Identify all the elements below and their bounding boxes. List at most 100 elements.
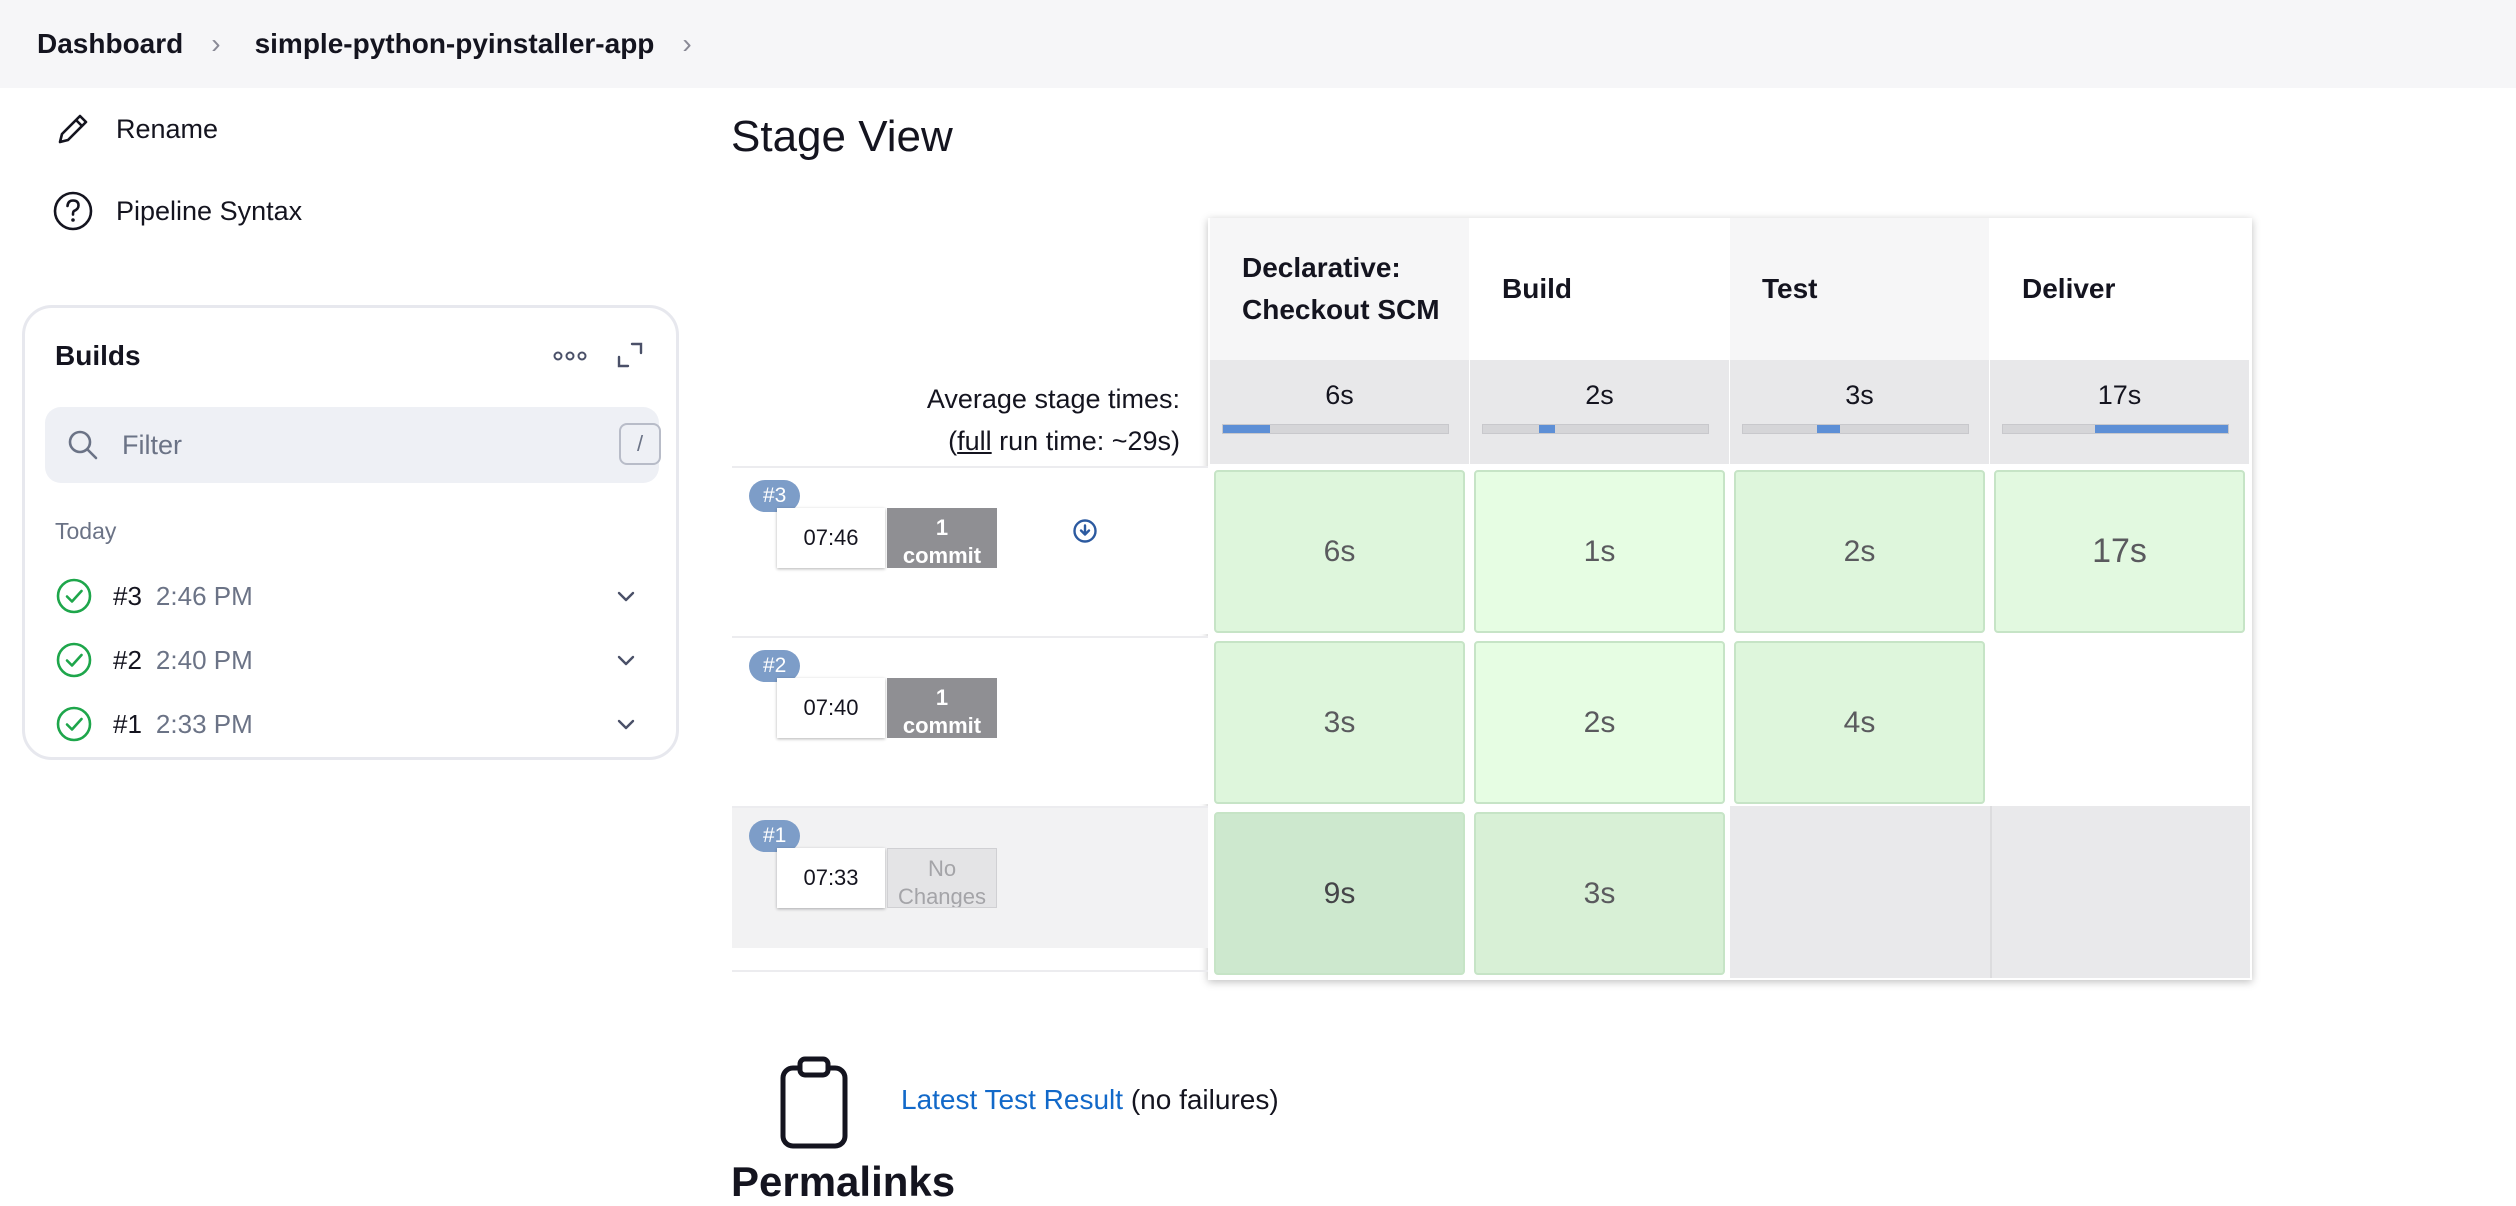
stage-average-bar (2002, 424, 2229, 434)
build-time: 2:33 PM (155, 708, 253, 739)
build-number: #2 (113, 644, 142, 675)
permalinks-heading: Permalinks (731, 1158, 956, 1205)
pencil-icon (52, 108, 94, 150)
stage-average-bar (1222, 424, 1449, 434)
test-result-suffix: (no failures) (1123, 1084, 1279, 1115)
keyboard-shortcut-hint: / (619, 423, 661, 465)
stage-average-fill (1817, 425, 1840, 433)
chevron-down-icon[interactable] (615, 713, 637, 735)
changes-label: commit (902, 543, 982, 568)
breadcrumb-dashboard[interactable]: Dashboard (37, 28, 183, 60)
stage-cell[interactable]: 2s (1474, 641, 1725, 804)
stage-name: Test (1762, 273, 1818, 304)
breadcrumb-job[interactable]: simple-python-pyinstaller-app (255, 28, 655, 60)
more-options-icon[interactable] (550, 346, 590, 366)
full-run-time-link[interactable]: full (957, 426, 992, 456)
stage-cell[interactable]: 6s (1214, 470, 1465, 633)
run-time: 07:40 (777, 678, 885, 738)
success-check-icon (56, 578, 92, 614)
run-time: 07:46 (777, 508, 885, 568)
stage-average: 2s (1470, 360, 1729, 464)
stage-average-bar (1742, 424, 1969, 434)
stage-average: 6s (1210, 360, 1469, 464)
build-row[interactable]: #3 2:46 PM (55, 571, 655, 621)
stage-name: Deliver (2022, 273, 2116, 304)
chevron-down-icon[interactable] (615, 649, 637, 671)
breadcrumb-chevron-icon: › (211, 28, 221, 59)
stage-cell[interactable]: 3s (1474, 812, 1725, 975)
stage-average: 17s (1990, 360, 2249, 464)
run-table-footer (732, 948, 1208, 972)
stage-name: Checkout SCM (1242, 294, 1440, 325)
avg-label-post: run time: ~29s) (991, 426, 1180, 456)
stage-cell-empty (1990, 806, 2250, 978)
stage-average-time: 2s (1585, 380, 1614, 410)
stage-average-fill (1223, 425, 1271, 433)
breadcrumb: Dashboard › simple-python-pyinstaller-ap… (0, 0, 2516, 88)
changes-label: Changes (897, 884, 987, 908)
stage-average-fill (1539, 425, 1555, 433)
run-row-1[interactable]: #1 07:33 No Changes (732, 806, 1208, 948)
clipboard-icon (780, 1056, 848, 1149)
stage-cell[interactable]: 17s (1994, 470, 2245, 633)
expand-icon[interactable] (615, 340, 645, 370)
build-number: #1 (113, 708, 142, 739)
stage-cell[interactable]: 4s (1734, 641, 1985, 804)
task-pipeline-syntax-label: Pipeline Syntax (116, 195, 303, 226)
stage-view-title: Stage View (731, 112, 953, 161)
stage-average-bar (1482, 424, 1709, 434)
task-pipeline-syntax[interactable]: Pipeline Syntax (52, 190, 302, 232)
run-row-3[interactable]: #3 07:46 1 commit (732, 466, 1208, 634)
stage-header-test: Test (1730, 218, 1989, 360)
run-changes[interactable]: 1 commit (887, 678, 997, 738)
stage-average-time: 17s (2097, 380, 2142, 410)
build-time: 2:40 PM (155, 644, 253, 675)
search-icon (68, 430, 98, 460)
stage-header-build: Build (1470, 218, 1729, 360)
builds-title: Builds (55, 340, 141, 371)
latest-test-result-link[interactable]: Latest Test Result (901, 1084, 1123, 1115)
build-time: 2:46 PM (155, 580, 253, 611)
stage-cell[interactable]: 3s (1214, 641, 1465, 804)
run-row-2[interactable]: #2 07:40 1 commit (732, 636, 1208, 804)
breadcrumb-chevron-icon[interactable]: › (682, 28, 691, 60)
stage-cell[interactable]: 2s (1734, 470, 1985, 633)
success-check-icon (56, 706, 92, 742)
avg-label-pre: ( (948, 426, 958, 456)
changes-count: 1 (935, 515, 949, 540)
filter-box: / (45, 407, 661, 483)
build-row[interactable]: #1 2:33 PM (55, 699, 655, 749)
chevron-down-icon[interactable] (615, 585, 637, 607)
run-changes[interactable]: 1 commit (887, 508, 997, 568)
stage-header-deliver: Deliver (1990, 218, 2249, 360)
stage-average-fill (2095, 425, 2228, 433)
stage-average-time: 6s (1325, 380, 1354, 410)
run-time: 07:33 (777, 848, 885, 908)
question-circle-icon (52, 190, 94, 232)
task-rename[interactable]: Rename (52, 108, 218, 150)
build-row[interactable]: #2 2:40 PM (55, 635, 655, 685)
builds-group-label: Today (55, 518, 117, 544)
stage-name: Build (1502, 273, 1572, 304)
stage-average-time: 3s (1845, 380, 1874, 410)
stage-cell-empty (1730, 806, 1990, 978)
changes-count: 1 (935, 685, 949, 710)
changes-count: No (927, 856, 957, 881)
download-artifact-icon[interactable] (1072, 518, 1098, 544)
stage-header-checkout: Declarative: Checkout SCM (1210, 218, 1469, 360)
avg-label-line1: Average stage times: (926, 384, 1180, 414)
test-result: Latest Test Result (no failures) (901, 1084, 1279, 1116)
stage-average: 3s (1730, 360, 1989, 464)
average-stage-times-label: Average stage times: (full run time: ~29… (840, 378, 1180, 462)
changes-label: commit (902, 713, 982, 738)
stage-cell[interactable]: 1s (1474, 470, 1725, 633)
stage-cell[interactable]: 9s (1214, 812, 1465, 975)
stage-name: Declarative: (1242, 252, 1401, 283)
success-check-icon (56, 642, 92, 678)
builds-widget: Builds / Today #3 2:46 PM #2 2:40 PM #1 … (22, 305, 679, 760)
run-changes[interactable]: No Changes (887, 848, 997, 908)
build-number: #3 (113, 580, 142, 611)
filter-input[interactable] (122, 425, 562, 465)
task-rename-label: Rename (116, 113, 219, 144)
stage-cell-empty (1990, 636, 2250, 806)
